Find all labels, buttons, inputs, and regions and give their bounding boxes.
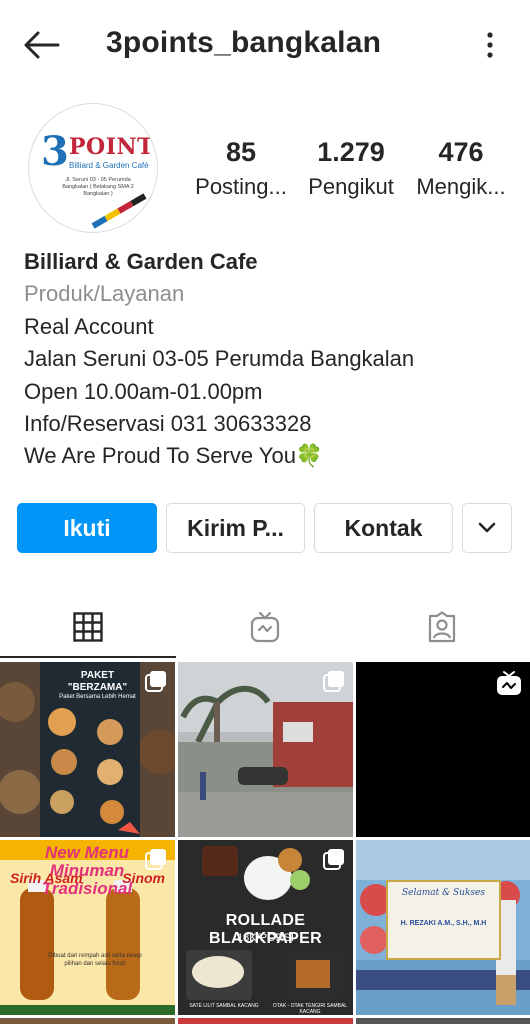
posts-grid: PAKET "BERZAMA" Paket Bersama Lebih Hema… [0, 662, 530, 1024]
stat-posts[interactable]: 85 Posting... [186, 136, 296, 202]
vertical-dots-icon[interactable] [480, 28, 500, 62]
post-thumbnail[interactable]: Selamat & Sukses H. REZAKI A.M., S.H., M… [356, 840, 530, 1015]
stat-following-label: Mengik... [416, 174, 506, 199]
chevron-down-icon [478, 522, 496, 533]
follow-button[interactable]: Ikuti [17, 503, 157, 553]
drink-name-left: Sirih Asam [10, 870, 83, 886]
stat-followers-label: Pengikut [308, 174, 394, 199]
profile-header: 3 POINTS Billiard & Garden Café Jl. Seru… [0, 100, 530, 236]
post-thumbnail[interactable] [356, 1018, 530, 1024]
post-caption-right: OTAK - OTAK TENGIRI SAMBAL KACANG [272, 1003, 348, 1015]
post-drink-names: Sirih Asam Sinom [10, 870, 165, 886]
post-thumbnail[interactable]: PAKET "BERZAMA" Paket Bersama Lebih Hema… [0, 662, 175, 837]
stat-posts-count: 85 [225, 137, 257, 167]
post-title: PAKET "BERZAMA" [67, 670, 128, 693]
profile-category: Produk/Layanan [24, 281, 185, 307]
carousel-icon [145, 671, 166, 692]
post-note: Dibuat dari rempah asli serta resep pili… [48, 953, 142, 967]
banner-greeting: Selamat & Sukses [402, 888, 485, 898]
active-tab-indicator [0, 656, 176, 658]
bio-line: We Are Proud To Serve You🍀 [24, 443, 324, 469]
tagged-user-icon [428, 611, 456, 643]
bio-line: Jalan Seruni 03-05 Perumda Bangkalan [24, 346, 415, 372]
profile-actions: Ikuti Kirim P... Kontak [17, 503, 512, 553]
carousel-icon [323, 849, 344, 870]
stat-posts-label: Posting... [195, 174, 287, 199]
logo-address: Jl. Seruni 03 - 05 Perumda Bangkalan ( B… [62, 177, 134, 197]
post-thumbnail[interactable]: ROLLADE BLACKPAPER 18K/PORSI SATE LILIT … [178, 840, 353, 1015]
bio-line: Real Account [24, 313, 154, 339]
tab-igtv[interactable] [177, 596, 353, 658]
stat-following[interactable]: 476 Mengik... [406, 136, 516, 202]
profile-display-name: Billiard & Garden Cafe [24, 249, 258, 274]
post-price: 18K/PORSI [237, 932, 294, 944]
grid-icon [73, 612, 103, 642]
stat-followers[interactable]: 1.279 Pengikut [296, 136, 406, 202]
post-thumbnail[interactable] [0, 1018, 175, 1024]
post-caption-left: SATE LILIT SAMBAL KACANG [189, 1003, 259, 1009]
profile-tabs [0, 596, 530, 658]
top-bar: 3points_bangkalan [0, 0, 530, 92]
carousel-icon [323, 671, 344, 692]
post-thumbnail[interactable] [356, 662, 530, 837]
logo-word: POINTS [69, 134, 157, 160]
post-thumbnail[interactable] [178, 662, 353, 837]
message-button[interactable]: Kirim P... [166, 503, 305, 553]
profile-bio: Billiard & Garden Cafe Produk/Layanan Re… [24, 246, 514, 473]
drink-name-right: Sinom [122, 870, 165, 886]
bio-line: Open 10.00am-01.00pm [24, 378, 263, 404]
suggested-accounts-button[interactable] [462, 503, 512, 553]
contact-button[interactable]: Kontak [314, 503, 453, 553]
tab-posts-grid[interactable] [0, 596, 176, 658]
logo-tagline: Billiard & Garden Café [69, 161, 149, 170]
post-thumbnail[interactable]: New Menu Minuman Tradisional Sirih Asam … [0, 840, 175, 1015]
bio-line: Info/Reservasi 031 30633328 [24, 411, 312, 437]
carousel-icon [145, 849, 166, 870]
logo-numeral: 3 [41, 128, 69, 175]
banner-name: H. REZAKI A.M., S.H., M.H [400, 920, 487, 927]
stat-following-count: 476 [438, 137, 484, 167]
post-subtitle: Paket Bersama Lebih Hemat [59, 694, 136, 700]
profile-username: 3points_bangkalan [106, 26, 382, 59]
igtv-video-icon [497, 671, 521, 695]
avatar[interactable]: 3 POINTS Billiard & Garden Café Jl. Seru… [28, 103, 158, 233]
igtv-icon [250, 611, 280, 643]
tab-tagged[interactable] [354, 596, 530, 658]
profile-stats: 85 Posting... 1.279 Pengikut 476 Mengik.… [186, 136, 516, 202]
back-arrow-icon[interactable] [22, 28, 62, 62]
stat-followers-count: 1.279 [317, 137, 385, 167]
post-thumbnail[interactable] [178, 1018, 353, 1024]
logo-stripe [91, 193, 147, 229]
post-banner: Selamat & Sukses H. REZAKI A.M., S.H., M… [386, 880, 501, 960]
